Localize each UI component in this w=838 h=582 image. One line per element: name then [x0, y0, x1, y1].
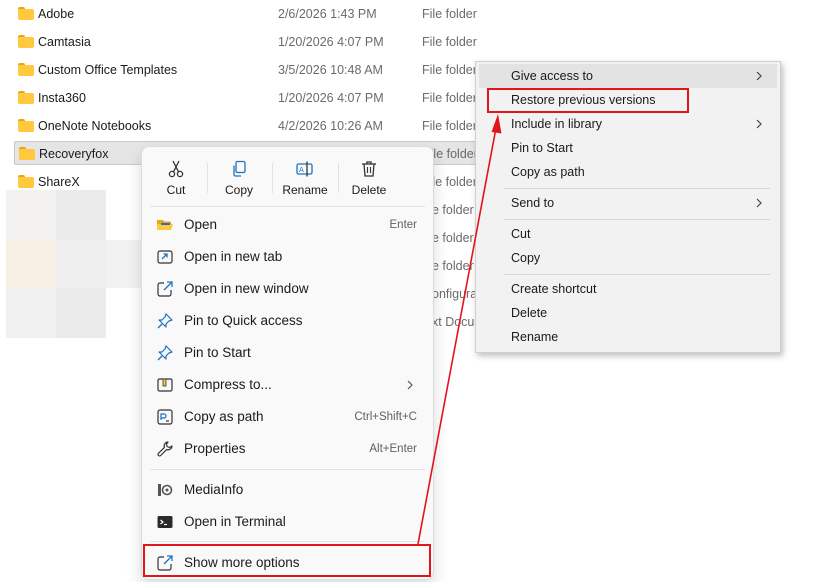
annotation-arrow: [417, 114, 502, 545]
